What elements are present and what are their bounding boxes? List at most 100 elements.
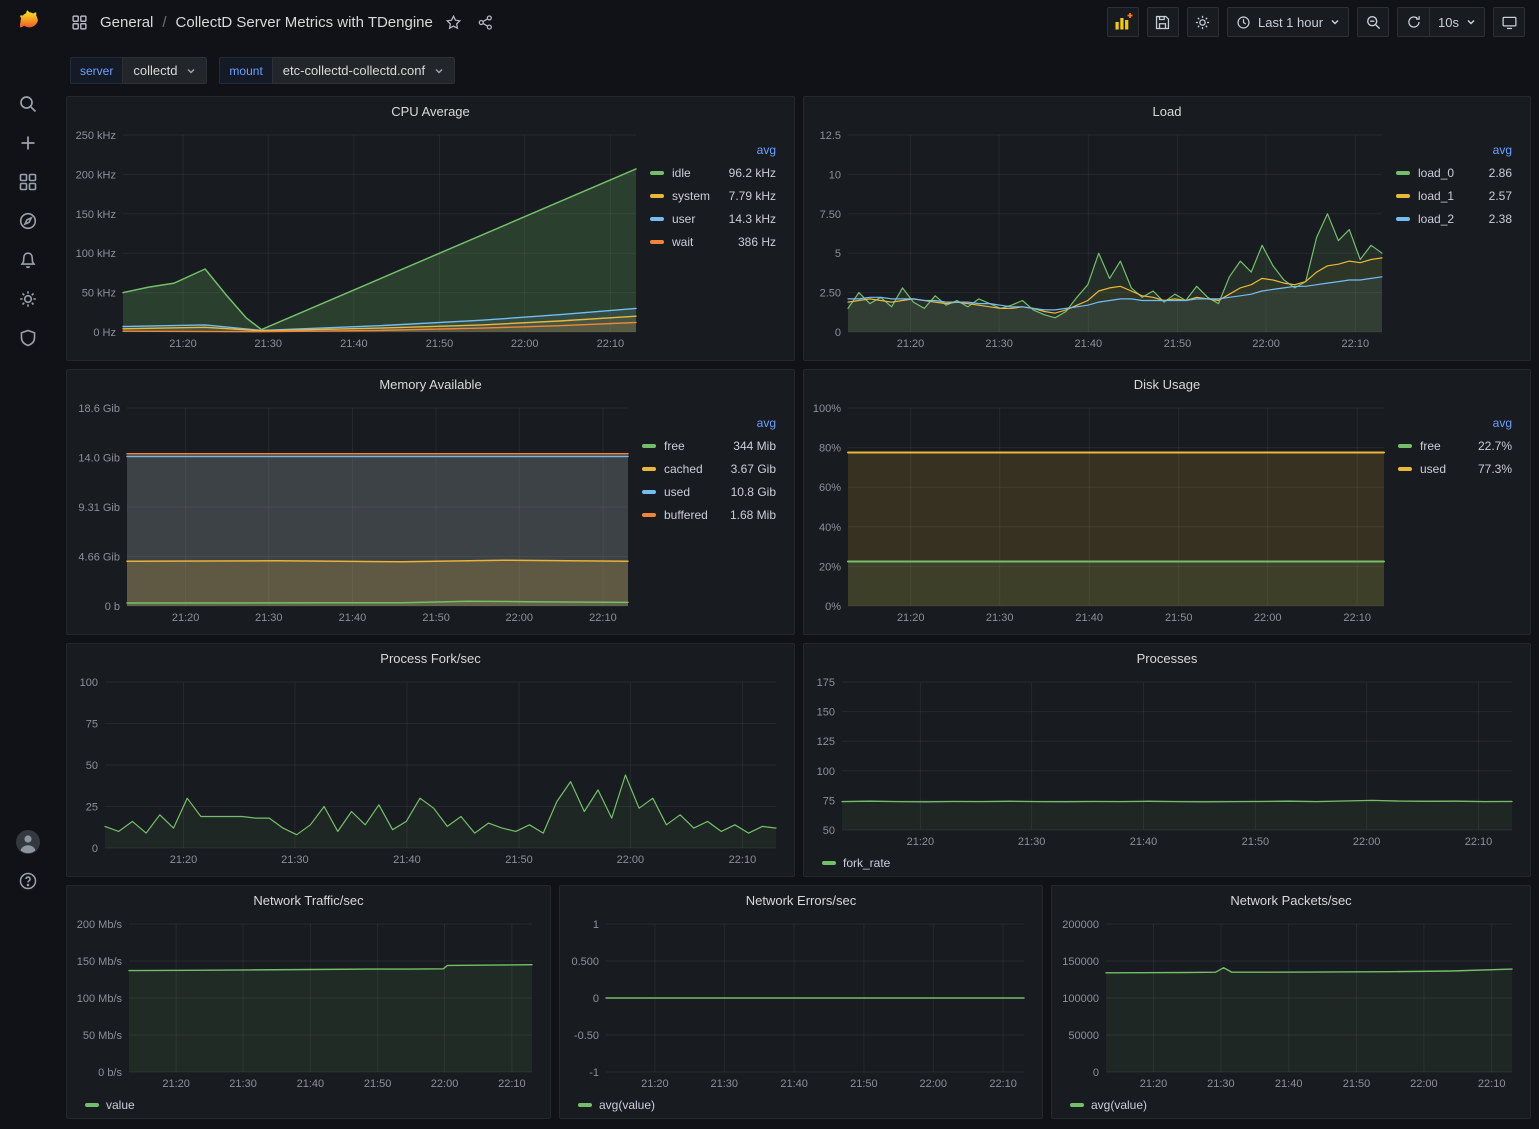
chart-canvas[interactable]: 0 Hz50 kHz100 kHz150 kHz200 kHz250 kHz21… <box>71 127 650 352</box>
panel-title[interactable]: Load <box>804 97 1530 127</box>
chart-canvas[interactable]: 0 b/s50 Mb/s100 Mb/s150 Mb/s200 Mb/s21:2… <box>71 916 546 1092</box>
legend-item-buffered[interactable]: buffered1.68 Mib <box>642 503 780 526</box>
series <box>848 453 1384 607</box>
panel-title[interactable]: CPU Average <box>67 97 794 127</box>
variable-value-server[interactable]: collectd <box>122 57 207 84</box>
svg-text:22:00: 22:00 <box>617 854 645 866</box>
series-color-marker <box>85 1103 99 1107</box>
dashboard-settings-button[interactable] <box>1187 7 1219 37</box>
grafana-logo-icon[interactable] <box>15 8 41 39</box>
legend-item-load-2[interactable]: load_22.38 <box>1396 207 1516 230</box>
legend-item-free[interactable]: free344 Mib <box>642 434 780 457</box>
legend-item-load-1[interactable]: load_12.57 <box>1396 184 1516 207</box>
svg-text:9.31 Gib: 9.31 Gib <box>78 502 120 514</box>
panel-body: 0 Hz50 kHz100 kHz150 kHz200 kHz250 kHz21… <box>67 127 794 352</box>
legend-avg-header[interactable]: avg <box>642 412 780 434</box>
help-icon[interactable] <box>12 869 44 893</box>
panel-title[interactable]: Network Errors/sec <box>560 886 1042 916</box>
legend-item-fork-rate[interactable]: fork_rate <box>843 856 890 870</box>
svg-text:0 b: 0 b <box>105 601 120 613</box>
chart-canvas[interactable]: 0 b4.66 Gib9.31 Gib14.0 Gib18.6 Gib21:20… <box>71 400 642 626</box>
svg-text:200 kHz: 200 kHz <box>76 169 116 181</box>
explore-compass-icon[interactable] <box>12 209 44 233</box>
legend-item-wait[interactable]: wait386 Hz <box>650 230 780 253</box>
add-panel-button[interactable] <box>1107 7 1139 37</box>
breadcrumb-dashboards-icon[interactable] <box>68 11 91 34</box>
server-admin-shield-icon[interactable] <box>12 326 44 350</box>
svg-text:22:10: 22:10 <box>1342 338 1370 350</box>
panel-title[interactable]: Network Traffic/sec <box>67 886 550 916</box>
legend-item-free[interactable]: free22.7% <box>1398 434 1516 457</box>
svg-text:22:10: 22:10 <box>729 854 757 866</box>
svg-text:100000: 100000 <box>1062 993 1099 1005</box>
legend-item-avg-value[interactable]: avg(value) <box>599 1098 655 1112</box>
panel-title[interactable]: Process Fork/sec <box>67 644 794 674</box>
chart-canvas[interactable]: 0%20%40%60%80%100%21:2021:3021:4021:5022… <box>808 400 1398 626</box>
chart-canvas[interactable]: 025507510021:2021:3021:4021:5022:0022:10 <box>71 674 790 868</box>
zoom-out-button[interactable] <box>1357 7 1389 37</box>
legend-avg-header[interactable]: avg <box>650 139 780 161</box>
series-area-idle <box>123 169 636 332</box>
chart-canvas[interactable]: -1-0.5000.500121:2021:3021:4021:5022:002… <box>564 916 1038 1092</box>
legend-item-system[interactable]: system7.79 kHz <box>650 184 780 207</box>
user-avatar[interactable] <box>12 830 44 854</box>
legend-item-user[interactable]: user14.3 kHz <box>650 207 780 230</box>
dashboard-title[interactable]: CollectD Server Metrics with TDengine <box>176 14 433 31</box>
svg-text:22:10: 22:10 <box>989 1078 1017 1090</box>
legend-item-avg-value[interactable]: avg(value) <box>1091 1098 1147 1112</box>
series-color-marker <box>1398 467 1412 471</box>
cycle-view-mode-button[interactable] <box>1493 7 1525 37</box>
svg-text:22:10: 22:10 <box>1343 612 1371 624</box>
panel-network-traffic-sec: Network Traffic/sec0 b/s50 Mb/s100 Mb/s1… <box>66 885 551 1119</box>
svg-text:150000: 150000 <box>1062 956 1099 968</box>
chart-canvas[interactable]: 507510012515017521:2021:3021:4021:5022:0… <box>808 674 1526 850</box>
variable-value-label: etc-collectd-collectd.conf <box>283 63 425 78</box>
legend-item-cached[interactable]: cached3.67 Gib <box>642 457 780 480</box>
svg-text:40%: 40% <box>819 522 841 534</box>
legend-label: used <box>1420 462 1446 476</box>
series <box>1106 968 1512 1072</box>
svg-text:21:30: 21:30 <box>255 612 283 624</box>
refresh-interval-picker[interactable]: 10s <box>1429 7 1485 37</box>
series-area-fork-rate <box>105 775 776 848</box>
variable-value-mount[interactable]: etc-collectd-collectd.conf <box>272 57 455 84</box>
svg-text:200 Mb/s: 200 Mb/s <box>77 919 123 931</box>
svg-text:21:50: 21:50 <box>1164 338 1192 350</box>
panel-title[interactable]: Network Packets/sec <box>1052 886 1530 916</box>
svg-text:22:10: 22:10 <box>1465 836 1493 848</box>
svg-text:22:10: 22:10 <box>498 1078 526 1090</box>
chart-canvas[interactable]: 05000010000015000020000021:2021:3021:402… <box>1056 916 1526 1092</box>
legend-item-idle[interactable]: idle96.2 kHz <box>650 161 780 184</box>
panel-title[interactable]: Memory Available <box>67 370 794 400</box>
legend-label: load_1 <box>1418 189 1454 203</box>
legend-item-used[interactable]: used77.3% <box>1398 457 1516 480</box>
svg-text:-1: -1 <box>589 1067 599 1079</box>
x-axis: 21:2021:3021:4021:5022:0022:10 <box>172 612 617 624</box>
dashboards-icon[interactable] <box>12 170 44 194</box>
svg-text:20%: 20% <box>819 561 841 573</box>
legend-label: wait <box>672 235 693 249</box>
legend-item-value[interactable]: value <box>106 1098 135 1112</box>
legend-avg-header[interactable]: avg <box>1396 139 1516 161</box>
configuration-gear-icon[interactable] <box>12 287 44 311</box>
search-icon[interactable] <box>12 92 44 116</box>
chart-canvas[interactable]: 02.5057.501012.521:2021:3021:4021:5022:0… <box>808 127 1396 352</box>
svg-text:21:30: 21:30 <box>229 1078 257 1090</box>
panel-title[interactable]: Processes <box>804 644 1530 674</box>
refresh-button[interactable] <box>1397 7 1429 37</box>
legend: avgfree22.7%used77.3% <box>1398 400 1526 626</box>
legend-avg-value: 7.79 kHz <box>729 189 780 203</box>
variables-row: server collectd mount etc-collectd-colle… <box>70 57 455 84</box>
create-plus-icon[interactable] <box>12 131 44 155</box>
star-icon[interactable] <box>442 11 465 34</box>
legend-item-used[interactable]: used10.8 Gib <box>642 480 780 503</box>
breadcrumb-section[interactable]: General <box>100 14 153 31</box>
legend-avg-header[interactable]: avg <box>1398 412 1516 434</box>
time-range-picker[interactable]: Last 1 hour <box>1227 7 1349 37</box>
panel-title[interactable]: Disk Usage <box>804 370 1530 400</box>
share-icon[interactable] <box>474 11 497 34</box>
legend-item-load-0[interactable]: load_02.86 <box>1396 161 1516 184</box>
svg-text:50 Mb/s: 50 Mb/s <box>83 1030 123 1042</box>
alerting-bell-icon[interactable] <box>12 248 44 272</box>
save-dashboard-button[interactable] <box>1147 7 1179 37</box>
